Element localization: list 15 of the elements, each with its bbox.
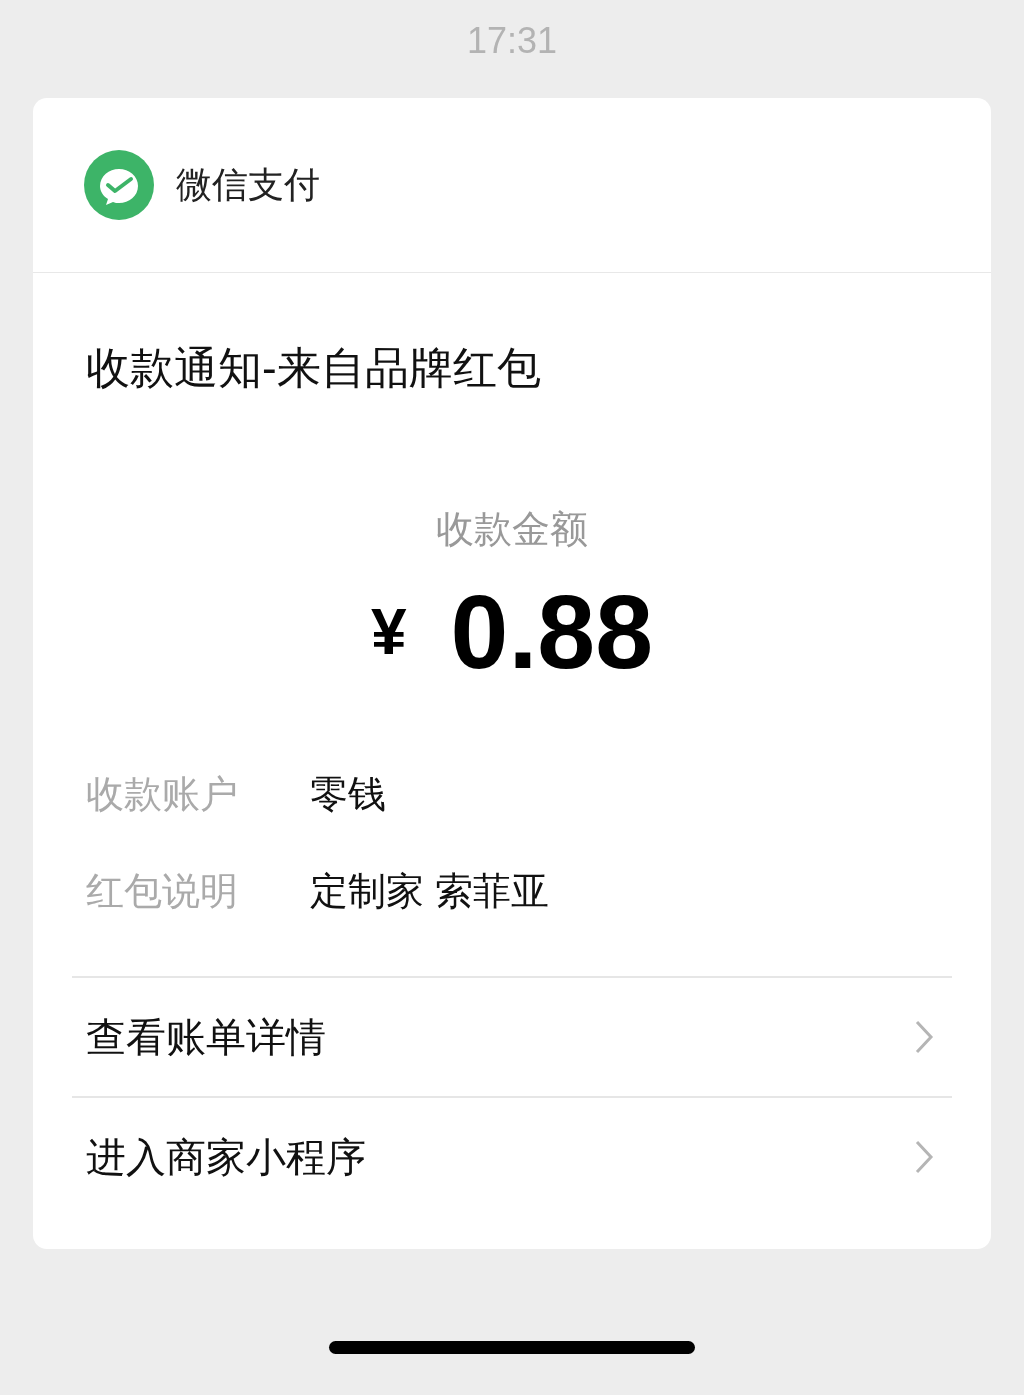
app-name: 微信支付 (176, 163, 320, 207)
link-row[interactable]: 进入商家小程序 (72, 1096, 952, 1216)
amount-label: 收款金额 (436, 507, 588, 552)
detail-value: 零钱 (310, 772, 386, 817)
detail-label: 红包说明 (86, 869, 239, 914)
amount-value: 0.88 (450, 580, 653, 684)
detail-label: 收款账户 (86, 772, 239, 817)
status-time: 17:31 (466, 19, 558, 63)
link-row[interactable]: 查看账单详情 (72, 976, 952, 1096)
chevron-right-icon (914, 1020, 934, 1054)
currency-symbol: ¥ (371, 595, 407, 670)
chevron-right-icon (914, 1140, 934, 1174)
wallet-logo-icon (84, 150, 154, 220)
notification-title: 收款通知-来自品牌红包 (86, 343, 541, 392)
detail-value: 定制家 索菲亚 (310, 869, 549, 914)
